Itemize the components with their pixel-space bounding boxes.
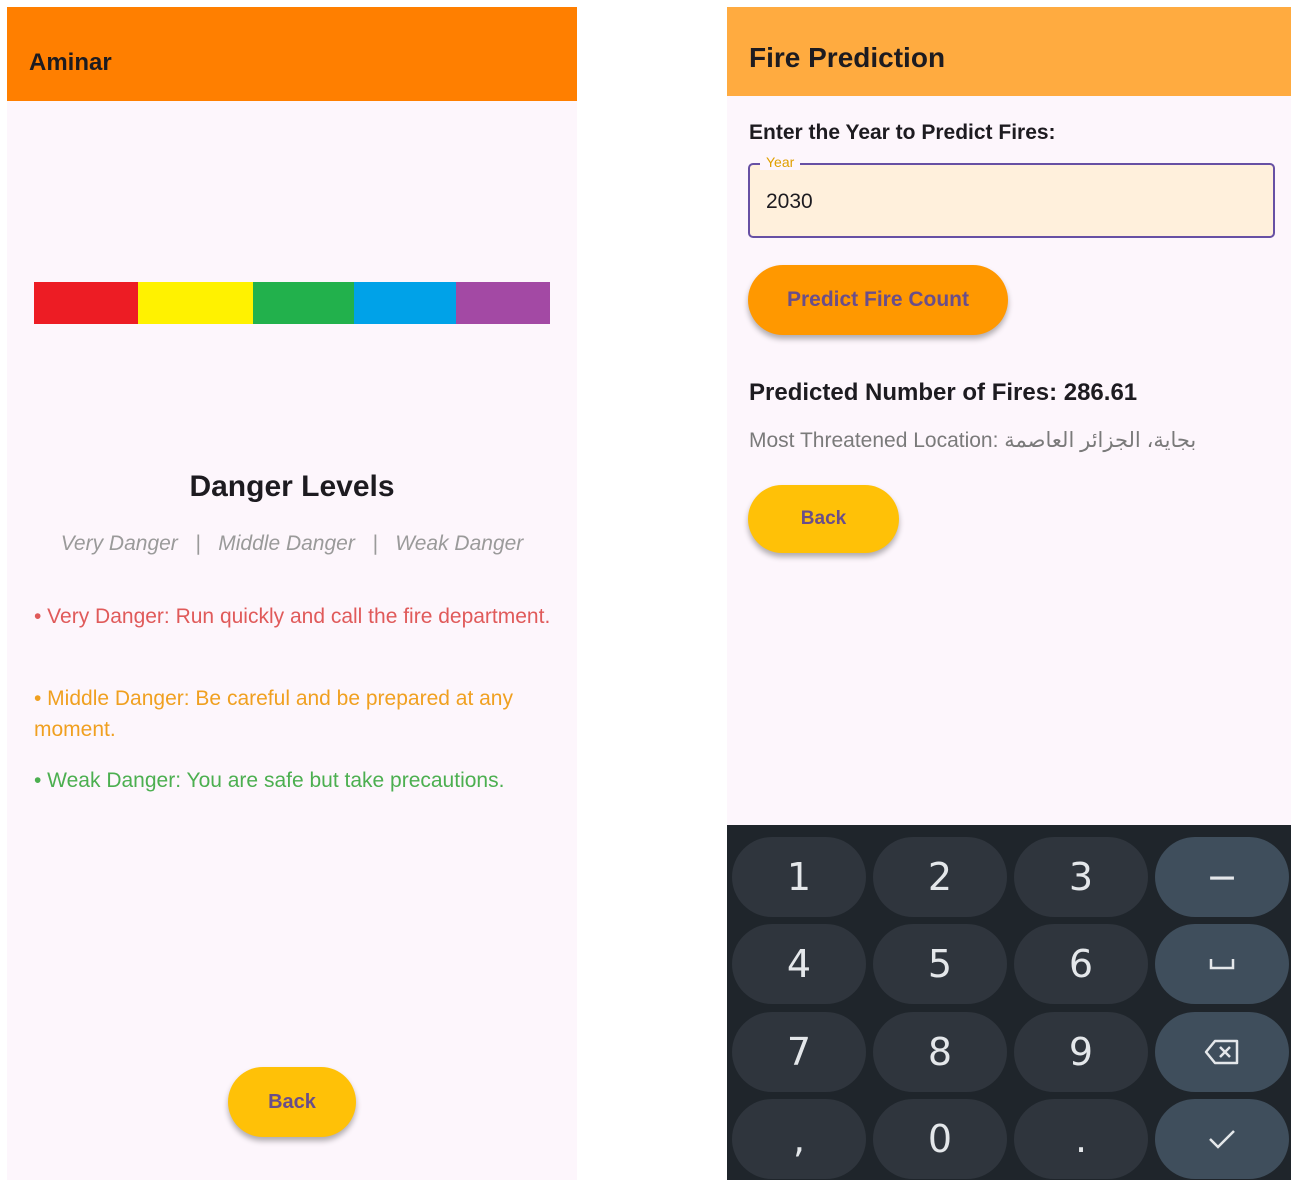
color-segment-blue bbox=[354, 282, 456, 324]
key-comma[interactable]: , bbox=[732, 1099, 866, 1179]
danger-levels-screen: Aminar Danger Levels Very Danger | Middl… bbox=[7, 7, 577, 1180]
danger-levels-title: Danger Levels bbox=[189, 470, 395, 503]
threatened-location-text: Most Threatened Location: بجاية، الجزائر… bbox=[749, 428, 1196, 453]
location-value: بجاية، الجزائر العاصمة bbox=[1004, 429, 1197, 452]
location-prefix: Most Threatened Location: bbox=[749, 429, 999, 452]
danger-color-bar bbox=[34, 282, 550, 324]
predicted-fires-text: Predicted Number of Fires: 286.61 bbox=[749, 379, 1138, 406]
key-1[interactable]: 1 bbox=[732, 837, 866, 917]
app-title: Fire Prediction bbox=[749, 42, 946, 73]
back-button[interactable]: Back bbox=[748, 485, 899, 553]
key-7[interactable]: 7 bbox=[732, 1012, 866, 1092]
key-0[interactable]: 0 bbox=[873, 1099, 1007, 1179]
color-segment-green bbox=[253, 282, 354, 324]
key-done[interactable] bbox=[1155, 1099, 1289, 1179]
key-minus[interactable]: − bbox=[1155, 837, 1289, 917]
color-segment-red bbox=[34, 282, 138, 324]
backspace-icon bbox=[1203, 1038, 1241, 1066]
key-5[interactable]: 5 bbox=[873, 924, 1007, 1004]
key-period[interactable]: . bbox=[1014, 1099, 1148, 1179]
year-input[interactable]: Year 2030 bbox=[748, 154, 1275, 238]
enter-year-label: Enter the Year to Predict Fires: bbox=[749, 121, 1056, 144]
key-4[interactable]: 4 bbox=[732, 924, 866, 1004]
key-8[interactable]: 8 bbox=[873, 1012, 1007, 1092]
predict-fire-count-button[interactable]: Predict Fire Count bbox=[748, 265, 1008, 335]
danger-levels-subtitle: Very Danger | Middle Danger | Weak Dange… bbox=[60, 532, 524, 555]
very-danger-description: • Very Danger: Run quickly and call the … bbox=[34, 605, 551, 628]
color-segment-yellow bbox=[138, 282, 253, 324]
key-backspace[interactable] bbox=[1155, 1012, 1289, 1092]
key-3[interactable]: 3 bbox=[1014, 837, 1148, 917]
color-segment-purple bbox=[456, 282, 550, 324]
back-button[interactable]: Back bbox=[228, 1067, 356, 1137]
key-6[interactable]: 6 bbox=[1014, 924, 1148, 1004]
fire-prediction-screen: Fire Prediction Enter the Year to Predic… bbox=[727, 7, 1291, 1180]
app-title: Aminar bbox=[29, 49, 112, 76]
app-bar: Aminar bbox=[7, 7, 577, 101]
key-9[interactable]: 9 bbox=[1014, 1012, 1148, 1092]
key-2[interactable]: 2 bbox=[873, 837, 1007, 917]
middle-danger-description: • Middle Danger: Be careful and be prepa… bbox=[34, 687, 513, 741]
year-field-label: Year bbox=[760, 154, 801, 170]
weak-danger-description: • Weak Danger: You are safe but take pre… bbox=[34, 769, 505, 792]
year-field-value: 2030 bbox=[766, 190, 813, 213]
numeric-keyboard: 1 2 3 − 4 5 6 7 8 9 , 0 . bbox=[727, 825, 1291, 1180]
space-icon bbox=[1209, 957, 1235, 971]
app-bar: Fire Prediction bbox=[727, 7, 1291, 96]
key-space[interactable] bbox=[1155, 924, 1289, 1004]
check-icon bbox=[1207, 1128, 1237, 1150]
